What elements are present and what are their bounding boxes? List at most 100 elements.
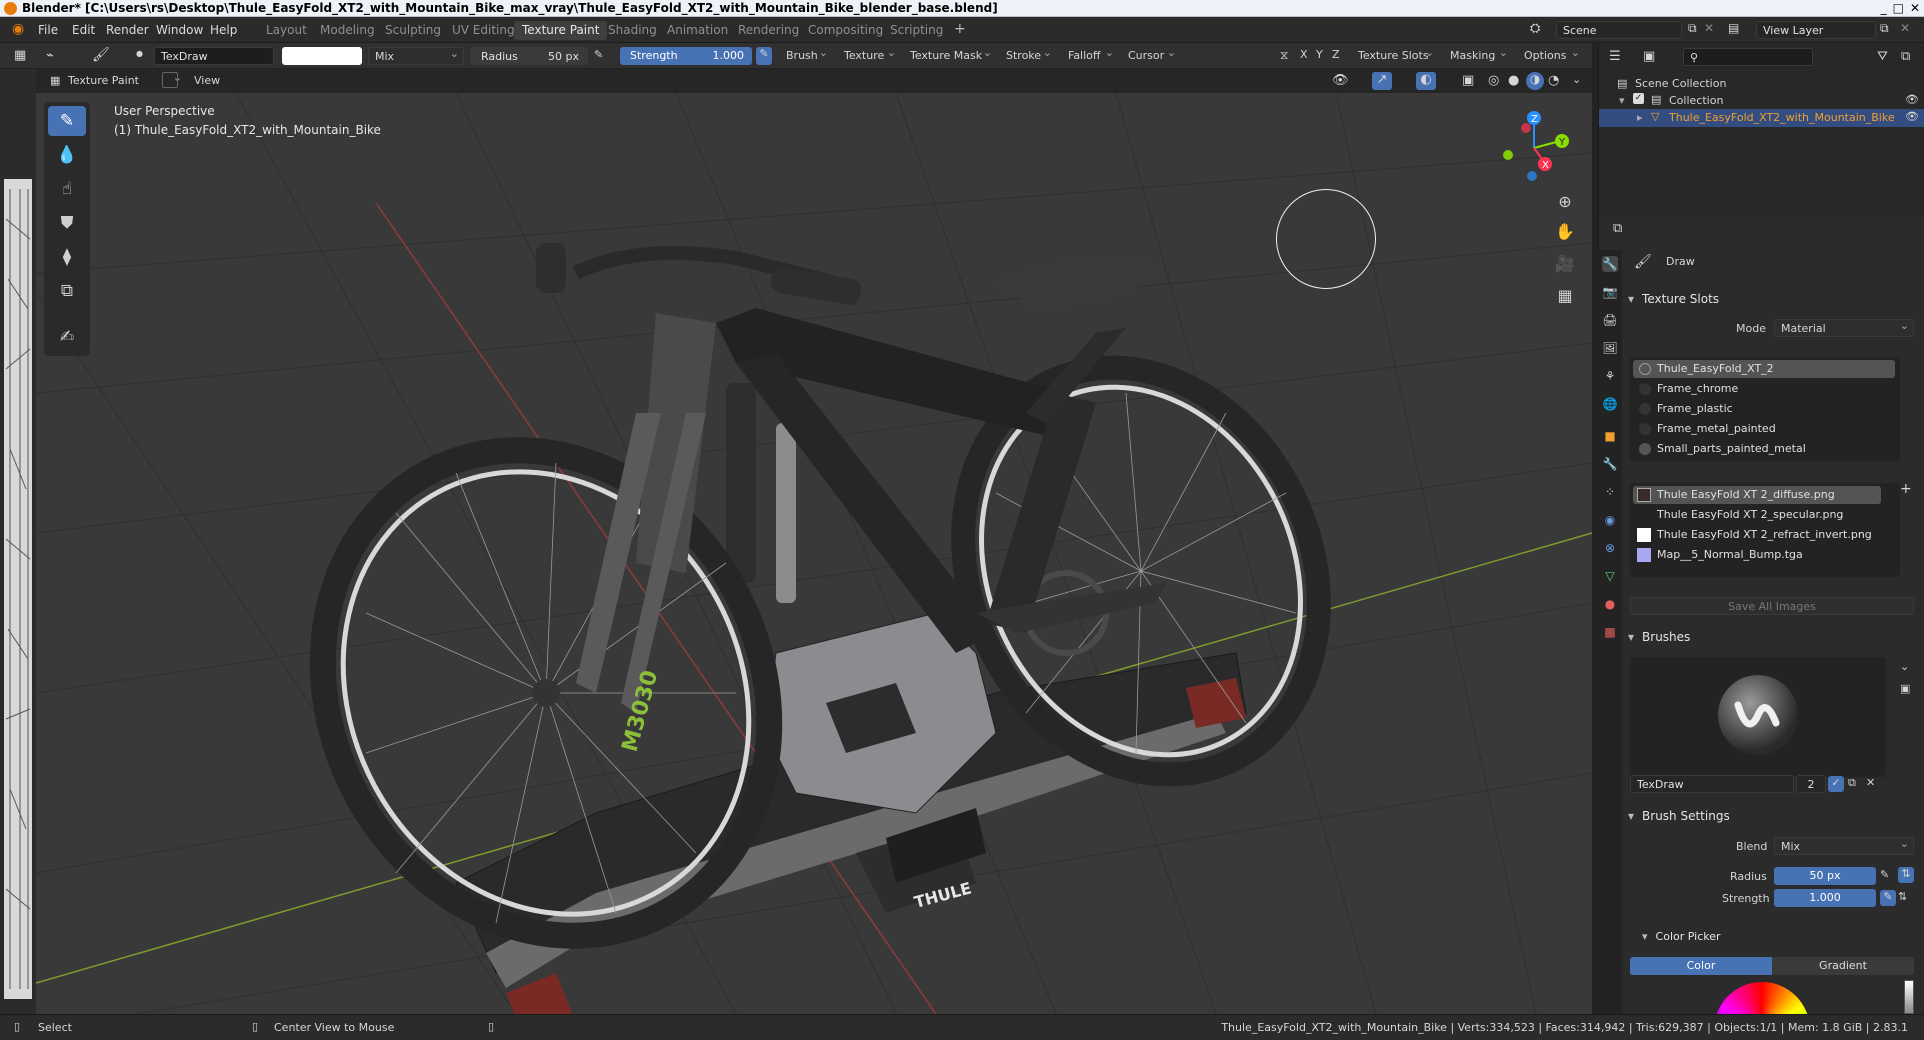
- data-tab-icon[interactable]: ▽: [1602, 568, 1618, 584]
- color-picker-subpanel-header[interactable]: Color Picker: [1642, 926, 1721, 946]
- list-item[interactable]: Frame_metal_painted: [1633, 420, 1895, 438]
- collection-expand-icon[interactable]: ▾: [1619, 94, 1625, 107]
- value-slider[interactable]: [1904, 980, 1914, 1014]
- collapsed-editor-strip[interactable]: [0, 69, 36, 1014]
- blend-mode-dropdown[interactable]: Mix: [368, 47, 464, 65]
- new-scene-icon[interactable]: ⧉: [1688, 21, 1697, 36]
- menu-window[interactable]: Window: [156, 23, 203, 37]
- ortho-grid-icon[interactable]: ▦: [1552, 282, 1578, 308]
- brush-users-count[interactable]: 2: [1796, 775, 1826, 793]
- brush-name-input[interactable]: TexDraw: [1630, 775, 1794, 793]
- collection-visibility-icon[interactable]: 👁: [1905, 93, 1919, 106]
- view-layer-tab-icon[interactable]: 🖼: [1602, 340, 1618, 356]
- output-tab-icon[interactable]: 🖨: [1602, 312, 1618, 328]
- object-expand-icon[interactable]: ▸: [1637, 111, 1643, 124]
- texture-menu[interactable]: Texture: [838, 46, 900, 65]
- collection-checkbox[interactable]: ✓: [1633, 93, 1644, 104]
- brush-list-expand-icon[interactable]: ⌄: [1900, 660, 1909, 673]
- outliner-editor-icon[interactable]: ☰: [1609, 49, 1621, 64]
- stroke-menu[interactable]: Stroke: [1000, 46, 1056, 65]
- smear-tool-icon[interactable]: ☝: [48, 174, 86, 204]
- world-tab-icon[interactable]: 🌐: [1602, 396, 1618, 412]
- wireframe-shading-icon[interactable]: ◎: [1488, 73, 1499, 88]
- list-item[interactable]: Thule EasyFold XT 2_refract_invert.png: [1633, 526, 1895, 544]
- tab-compositing[interactable]: Compositing: [800, 21, 891, 40]
- radius-pressure-icon[interactable]: ✎: [594, 48, 603, 61]
- texture-slots-panel-header[interactable]: Texture Slots: [1628, 289, 1719, 309]
- falloff-menu[interactable]: Falloff: [1062, 46, 1118, 65]
- brush-image-icon[interactable]: ▣: [1900, 682, 1910, 695]
- fake-user-shield-icon[interactable]: ✓: [1828, 776, 1844, 792]
- object-tab-icon[interactable]: ■: [1602, 428, 1618, 444]
- view-layer-selector[interactable]: View Layer: [1756, 21, 1876, 39]
- pan-hand-icon[interactable]: ✋: [1552, 218, 1578, 244]
- overlay-toggle-icon[interactable]: ◐: [1416, 72, 1436, 90]
- rendered-shading-icon[interactable]: ◔: [1548, 73, 1559, 88]
- brush-preview-box[interactable]: [1630, 657, 1886, 777]
- color-mode-tab[interactable]: Color: [1630, 957, 1772, 975]
- gizmo-toggle-icon[interactable]: ↗: [1372, 72, 1392, 90]
- brush-browse-icon[interactable]: ●: [136, 49, 143, 58]
- modifier-tab-icon[interactable]: 🔧: [1602, 456, 1618, 472]
- scene-selector[interactable]: Scene: [1556, 21, 1682, 39]
- tab-animation[interactable]: Animation: [659, 21, 736, 40]
- close-button[interactable]: ✕: [1910, 1, 1920, 15]
- physics-tab-icon[interactable]: ◉: [1602, 512, 1618, 528]
- object-visibility-icon[interactable]: 👁: [1905, 110, 1919, 123]
- outliner-search-input[interactable]: ⚲: [1683, 48, 1813, 66]
- render-tab-icon[interactable]: 📷: [1602, 284, 1618, 300]
- tab-layout[interactable]: Layout: [258, 21, 315, 40]
- constraints-tab-icon[interactable]: ⊗: [1602, 540, 1618, 556]
- texture-mode-dropdown[interactable]: Material: [1774, 319, 1914, 337]
- delete-scene-icon[interactable]: ✕: [1704, 21, 1714, 35]
- brushes-panel-header[interactable]: Brushes: [1628, 627, 1690, 647]
- tab-texture-paint[interactable]: Texture Paint: [514, 21, 608, 40]
- strength-slider[interactable]: Strength 1.000: [620, 47, 752, 65]
- clone-tool-icon[interactable]: ⛊: [48, 208, 86, 238]
- strength-prop-slider[interactable]: 1.000: [1774, 889, 1876, 907]
- duplicate-brush-icon[interactable]: ⧉: [1848, 776, 1856, 790]
- shading-options-icon[interactable]: ⌄: [1572, 73, 1581, 86]
- tab-sculpting[interactable]: Sculpting: [377, 21, 449, 40]
- menu-help[interactable]: Help: [210, 23, 237, 37]
- solid-shading-icon[interactable]: ●: [1508, 73, 1519, 88]
- brush-menu[interactable]: Brush: [780, 46, 832, 65]
- gizmo-neg-x[interactable]: [1521, 123, 1531, 133]
- navigation-gizmo[interactable]: Z Y X: [1494, 108, 1574, 188]
- menu-render[interactable]: Render: [106, 23, 149, 37]
- visibility-icon[interactable]: 👁: [1332, 73, 1349, 88]
- strength-pressure-icon[interactable]: ✎: [756, 47, 772, 65]
- tab-scripting[interactable]: Scripting: [882, 21, 951, 40]
- tab-shading[interactable]: Shading: [600, 21, 665, 40]
- minimize-button[interactable]: _: [1881, 1, 1887, 15]
- masking-menu[interactable]: Masking: [1444, 46, 1512, 65]
- blender-menu-icon[interactable]: ◉: [12, 21, 24, 37]
- maximize-button[interactable]: □: [1893, 1, 1904, 15]
- save-all-images-button[interactable]: Save All Images: [1630, 597, 1914, 615]
- list-item[interactable]: Frame_plastic: [1633, 400, 1895, 418]
- particles-tab-icon[interactable]: ⁘: [1602, 484, 1618, 500]
- brush-settings-panel-header[interactable]: Brush Settings: [1628, 806, 1730, 826]
- object-label[interactable]: Thule_EasyFold_XT2_with_Mountain_Bike: [1669, 111, 1895, 124]
- list-item[interactable]: Thule_EasyFold_XT_2: [1633, 360, 1895, 378]
- strength-lock-icon[interactable]: ⇅: [1898, 890, 1907, 903]
- mirror-y-toggle[interactable]: Y: [1316, 48, 1323, 61]
- cursor-menu[interactable]: Cursor: [1122, 46, 1180, 65]
- soften-tool-icon[interactable]: 💧: [48, 140, 86, 170]
- radius-pressure-prop-icon[interactable]: ✎: [1880, 868, 1889, 881]
- new-view-layer-icon[interactable]: ⧉: [1880, 21, 1889, 36]
- annotate-tool-icon[interactable]: ✍: [48, 322, 86, 352]
- tab-rendering[interactable]: Rendering: [730, 21, 807, 40]
- properties-editor-icon[interactable]: ⧉: [1613, 221, 1622, 236]
- draw-tool-icon[interactable]: ✎: [48, 106, 86, 136]
- radius-slider[interactable]: Radius 50 px: [470, 47, 588, 65]
- paint-mask-toggle[interactable]: [162, 72, 178, 88]
- list-item[interactable]: Thule EasyFold XT 2_diffuse.png: [1633, 486, 1881, 504]
- material-tab-icon[interactable]: ●: [1602, 596, 1618, 612]
- xray-icon[interactable]: ▣: [1462, 73, 1474, 88]
- tool-icon[interactable]: ⌁: [46, 48, 54, 63]
- radius-prop-slider[interactable]: 50 px: [1774, 867, 1876, 885]
- brush-name-field[interactable]: TexDraw: [154, 47, 274, 65]
- mirror-x-toggle[interactable]: X: [1300, 48, 1308, 61]
- zoom-icon[interactable]: ⊕: [1552, 188, 1578, 214]
